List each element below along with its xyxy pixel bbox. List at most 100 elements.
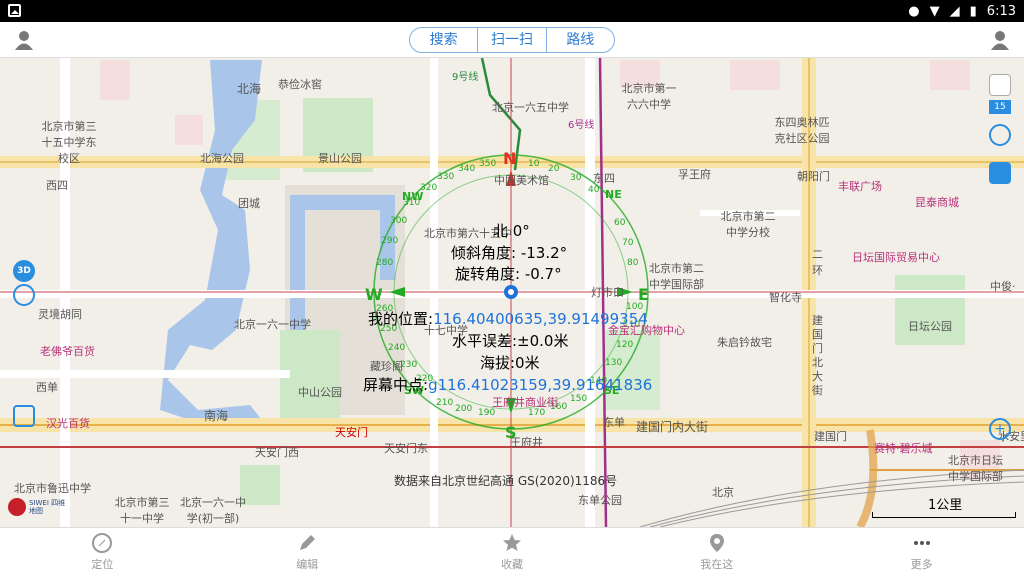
layer-count-badge: 15 bbox=[989, 100, 1011, 114]
map-label: 北京一六五中学 bbox=[492, 101, 569, 114]
deg-10: 10 bbox=[528, 159, 540, 169]
status-right: ● ▼ ◢ ▮ 6:13 bbox=[908, 0, 1016, 22]
compass-letter-n: N bbox=[503, 149, 517, 168]
nav-label: 更多 bbox=[910, 558, 933, 571]
map-label: 智化寺 bbox=[769, 291, 802, 304]
tilt-angle: 倾斜角度: -13.2° bbox=[451, 244, 568, 262]
trash-icon[interactable] bbox=[13, 405, 35, 427]
map-label: 藏珍阁 bbox=[370, 360, 403, 373]
status-bar: ● ▼ ◢ ▮ 6:13 bbox=[0, 0, 1024, 22]
top-bar: 搜索 扫一扫 路线 bbox=[0, 22, 1024, 58]
deg-40: 40 bbox=[588, 185, 600, 195]
tab-route[interactable]: 路线 bbox=[547, 28, 614, 52]
map-label: 北京市鲁迅中学 bbox=[14, 482, 91, 495]
map-label: 东单公园 bbox=[578, 494, 622, 507]
wifi-icon: ▼ bbox=[929, 3, 940, 19]
rotation-angle: 旋转角度: -0.7° bbox=[455, 265, 562, 283]
tab-search[interactable]: 搜索 bbox=[410, 28, 479, 52]
deg-330: 330 bbox=[437, 172, 455, 182]
map-label: 日坛公园 bbox=[908, 320, 952, 333]
deg-340: 340 bbox=[458, 164, 476, 174]
deg-20: 20 bbox=[548, 164, 560, 174]
map-label: 王府井商业街 bbox=[492, 396, 558, 409]
siwei-logo-text: SIWEI 四维地图 bbox=[29, 499, 66, 515]
horizontal-error: 水平误差:±0.0米 bbox=[452, 332, 569, 350]
map-label: 朝阳门 bbox=[797, 170, 830, 183]
map-label: 汉光百货 bbox=[46, 417, 90, 430]
map-label: 王府井 bbox=[510, 436, 543, 449]
compass-letter-ne: NE bbox=[605, 188, 622, 201]
map-attribution: 数据来自北京世纪高通 GS(2020)1186号 bbox=[394, 474, 618, 488]
map-label: 恭俭冰窖 bbox=[278, 78, 322, 91]
star-icon bbox=[502, 534, 521, 551]
map-label: 丰联广场 bbox=[838, 180, 882, 193]
map-label: 灯市口 bbox=[591, 286, 624, 299]
user-icon[interactable] bbox=[13, 29, 35, 51]
compass-letter-w: W bbox=[365, 285, 383, 304]
altitude: 海拔:0米 bbox=[480, 354, 540, 372]
nav-label: 收藏 bbox=[500, 558, 523, 571]
deg-280: 280 bbox=[376, 258, 394, 268]
clock: 6:13 bbox=[986, 3, 1016, 19]
deg-30: 30 bbox=[570, 173, 582, 183]
map-label: 北京市第二中学分校 bbox=[720, 210, 776, 239]
tab-scan[interactable]: 扫一扫 bbox=[478, 28, 547, 52]
map-label: 北京市第三十一中学 bbox=[114, 496, 170, 525]
map-label: 建国门 bbox=[814, 430, 847, 443]
map-label: 孚王府 bbox=[678, 168, 711, 181]
map-label: 东四 bbox=[593, 172, 615, 185]
nav-i-am-here[interactable]: 我在这 bbox=[614, 528, 819, 576]
nav-label: 我在这 bbox=[700, 558, 734, 571]
location-icon: ● bbox=[908, 3, 920, 19]
nav-favorites[interactable]: 收藏 bbox=[410, 528, 615, 576]
map-label: 中国美术馆 bbox=[494, 174, 549, 187]
map-label: 赛特·碧乐城 bbox=[874, 442, 933, 455]
map-label: 北海公园 bbox=[200, 152, 244, 165]
map-label: 天安门 bbox=[335, 426, 368, 439]
map-label: 南海 bbox=[204, 409, 229, 423]
deg-120: 120 bbox=[616, 340, 634, 350]
region-select-icon[interactable] bbox=[989, 124, 1011, 146]
siwei-logo: SIWEI 四维地图 bbox=[8, 498, 69, 516]
north-heading: 北 0° bbox=[493, 222, 530, 240]
nav-edit[interactable]: 编辑 bbox=[205, 528, 410, 576]
account-icon[interactable] bbox=[989, 29, 1011, 51]
zoom-in-icon[interactable]: + bbox=[989, 418, 1011, 440]
siwei-logo-mark bbox=[8, 498, 26, 516]
map-label: 景山公园 bbox=[318, 152, 362, 165]
camera-icon[interactable] bbox=[989, 162, 1011, 184]
map-label: 北海 bbox=[237, 82, 262, 96]
location-pin-icon bbox=[709, 534, 724, 552]
layers-icon[interactable] bbox=[989, 74, 1011, 96]
pencil-icon bbox=[300, 535, 316, 550]
nav-label: 编辑 bbox=[296, 558, 319, 571]
map-label: 昆泰商城 bbox=[915, 196, 959, 209]
map-label: 北京市第一六六中学 bbox=[621, 82, 677, 111]
deg-290: 290 bbox=[381, 236, 399, 246]
map-label: 二环 bbox=[812, 248, 823, 277]
deg-70: 70 bbox=[622, 238, 634, 248]
nav-locate[interactable]: 定位 bbox=[0, 528, 205, 576]
screen-center-value: g116.41023159,39.91641836 bbox=[428, 376, 653, 394]
map-label: 北京一六一中学(初一部) bbox=[180, 496, 246, 525]
compass-toggle-icon[interactable] bbox=[13, 284, 35, 306]
deg-320: 320 bbox=[420, 183, 438, 193]
map-label: 建国门北大街 bbox=[812, 314, 823, 397]
map-label: 北京市第三十五中学东校区 bbox=[41, 120, 97, 165]
scale-bar-label: 1公里 bbox=[928, 498, 963, 513]
scale-bar bbox=[872, 512, 1016, 518]
map-label: 东单 bbox=[603, 416, 625, 429]
my-location: 我的位置:116.40400635,39.91499354 bbox=[368, 308, 648, 329]
map-label: 东四奥林匹克社区公园 bbox=[774, 116, 830, 145]
nav-more[interactable]: 更多 bbox=[819, 528, 1024, 576]
map-label: 9号线 bbox=[452, 72, 479, 83]
more-dots-icon bbox=[913, 541, 930, 545]
screen-center: 屏幕中点:g116.41023159,39.91641836 bbox=[363, 374, 652, 395]
3d-toggle-button[interactable]: 3D bbox=[13, 260, 35, 282]
deg-300: 300 bbox=[390, 216, 408, 226]
map-label: 中俊· bbox=[990, 280, 1016, 293]
map-label: 6号线 bbox=[568, 120, 595, 131]
battery-icon: ▮ bbox=[969, 3, 977, 19]
map-label: 天安门东 bbox=[384, 442, 428, 455]
map-view[interactable]: N E S W NE NW SE SW 350 10 20 30 40 340 … bbox=[0, 58, 1024, 527]
